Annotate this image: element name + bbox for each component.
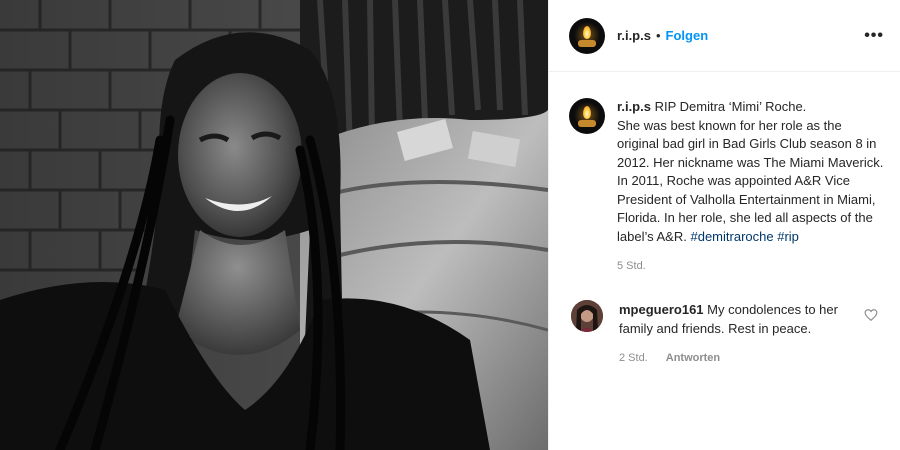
caption-avatar[interactable] xyxy=(569,98,605,134)
caption-timestamp[interactable]: 5 Std. xyxy=(617,260,900,272)
header-separator: • xyxy=(655,28,661,43)
hashtag-link[interactable]: #rip xyxy=(777,229,799,244)
caption-line-1: RIP Demitra ‘Mimi’ Roche. xyxy=(654,99,807,114)
comment-item: mpeguero161 My condolences to her family… xyxy=(549,272,900,338)
comment-username[interactable]: mpeguero161 xyxy=(619,302,704,317)
caption-text: r.i.p.s RIP Demitra ‘Mimi’ Roche. She wa… xyxy=(617,98,884,246)
candle-avatar[interactable] xyxy=(569,17,605,54)
commenter-avatar[interactable] xyxy=(571,300,603,332)
commenter-photo xyxy=(571,300,603,332)
comment-meta: 2 Std. Antworten xyxy=(619,352,900,364)
more-options-icon[interactable]: ••• xyxy=(864,27,884,45)
comment-timestamp[interactable]: 2 Std. xyxy=(619,352,648,364)
photo-illustration xyxy=(0,0,548,450)
post-photo[interactable] xyxy=(0,0,548,450)
post-header: r.i.p.s • Folgen ••• xyxy=(549,0,900,72)
hashtag-link[interactable]: #demitraroche xyxy=(690,229,773,244)
heart-icon[interactable] xyxy=(864,308,878,322)
comment-text: mpeguero161 My condolences to her family… xyxy=(619,300,851,338)
header-username[interactable]: r.i.p.s xyxy=(617,28,651,43)
post-sidebar: r.i.p.s • Folgen ••• r.i.p.s RIP Demitra… xyxy=(548,0,900,450)
caption-line-2: She was best known for her role as the o… xyxy=(617,117,884,170)
post-caption: r.i.p.s RIP Demitra ‘Mimi’ Roche. She wa… xyxy=(549,72,900,246)
caption-username[interactable]: r.i.p.s xyxy=(617,99,651,114)
reply-button[interactable]: Antworten xyxy=(666,352,720,364)
follow-button[interactable]: Folgen xyxy=(666,28,709,43)
